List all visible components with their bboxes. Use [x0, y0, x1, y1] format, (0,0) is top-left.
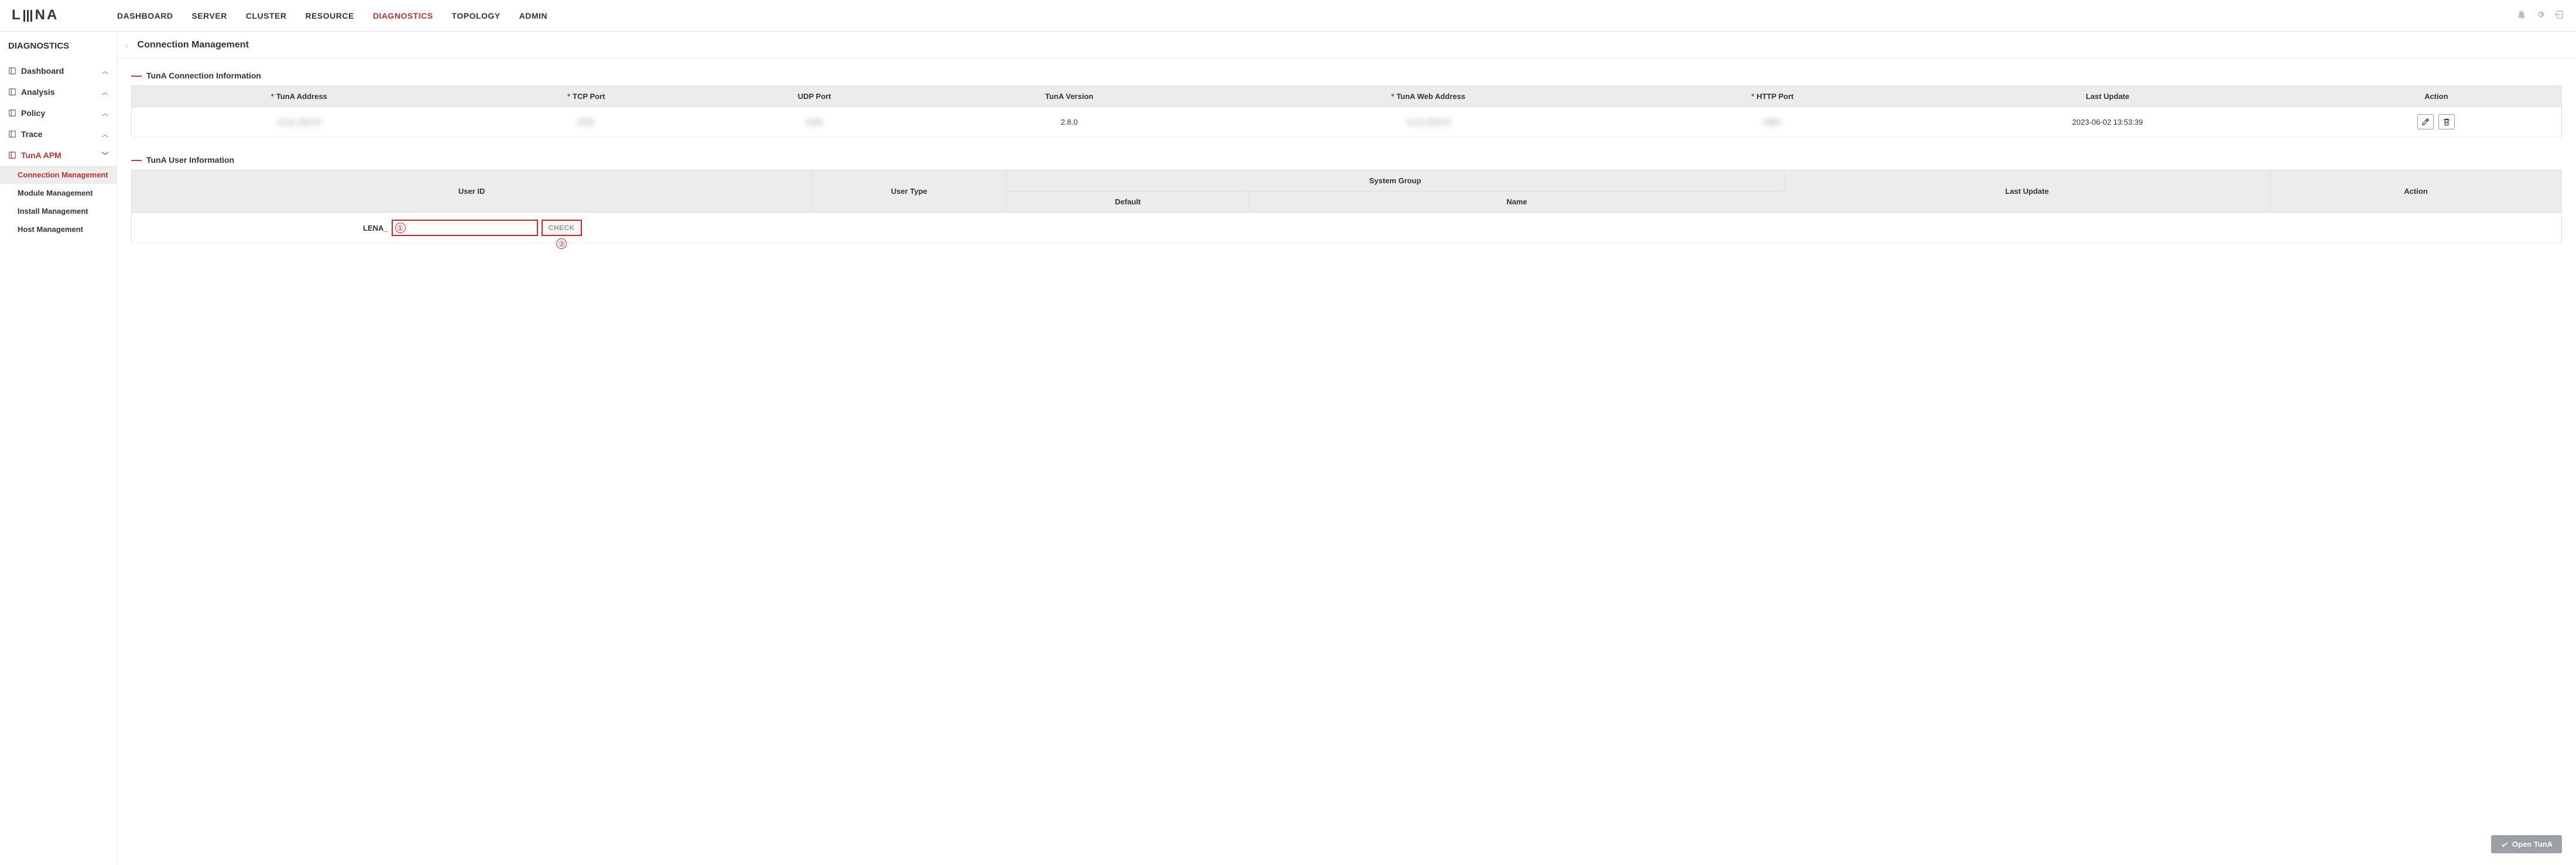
col-system-group: System Group	[1006, 170, 1784, 192]
open-tuna-button[interactable]: Open TunA	[2491, 835, 2562, 853]
sidebar-item-label: Analysis	[21, 87, 55, 97]
delete-button[interactable]	[2438, 114, 2455, 129]
sidebar-item-label: Dashboard	[21, 66, 64, 76]
col-tuna-address: *TunA Address	[132, 86, 467, 107]
gear-icon[interactable]	[2535, 9, 2546, 22]
collapse-sidebar-icon[interactable]: ‹	[125, 40, 128, 50]
connection-info-table: *TunA Address *TCP Port UDP Port TunA Ve…	[131, 86, 2562, 137]
check-button[interactable]: CHECK	[542, 220, 582, 236]
sidebar-item-label: Trace	[21, 129, 43, 139]
annotation-1: ①	[395, 223, 406, 233]
sidebar-sub-connection-management[interactable]: Connection Management	[0, 166, 117, 184]
cell-tcp-port: 5280	[578, 118, 595, 126]
chevron-up-icon: ︿	[102, 108, 108, 118]
logout-icon[interactable]	[2554, 9, 2564, 22]
nav-dashboard[interactable]: DASHBOARD	[117, 11, 173, 20]
chevron-down-icon: ﹀	[102, 151, 108, 160]
minus-icon: —	[131, 155, 142, 165]
panel-icon	[8, 67, 16, 75]
top-icons	[2516, 9, 2564, 22]
content-area: ‹ Connection Management — TunA Connectio…	[117, 32, 2576, 865]
panel-icon	[8, 151, 16, 159]
col-http-port: *HTTP Port	[1641, 86, 1904, 107]
sidebar-item-policy[interactable]: Policy ︿	[0, 102, 117, 124]
col-user-id: User ID	[132, 170, 812, 213]
cell-tuna-address: 10.01.209.93	[277, 118, 321, 126]
cell-udp-port: 5280	[806, 118, 823, 126]
col-action: Action	[2311, 86, 2562, 107]
sidebar: DIAGNOSTICS Dashboard ︿ Analysis ︿ Polic…	[0, 32, 117, 865]
top-nav: DASHBOARD SERVER CLUSTER RESOURCE DIAGNO…	[117, 11, 2516, 20]
table-row: 10.01.209.93 5280 5280 2.8.0 10.01.209.9…	[132, 107, 2562, 137]
panel-icon	[8, 88, 16, 96]
sidebar-sub-install-management[interactable]: Install Management	[0, 202, 117, 220]
bell-icon[interactable]	[2516, 9, 2527, 22]
col-name: Name	[1249, 192, 1784, 213]
sidebar-item-dashboard[interactable]: Dashboard ︿	[0, 60, 117, 81]
cell-last-update: 2023-06-02 13:53:39	[1904, 107, 2311, 137]
sidebar-sub-host-management[interactable]: Host Management	[0, 220, 117, 238]
col-last-update: Last Update	[1904, 86, 2311, 107]
cell-web-address: 10.01.209.93	[1406, 118, 1451, 126]
sidebar-title: DIAGNOSTICS	[0, 32, 117, 60]
user-id-input[interactable]	[392, 220, 538, 236]
chevron-up-icon: ︿	[102, 87, 108, 97]
col-action: Action	[2270, 170, 2561, 213]
user-info-table: User ID User Type System Group Last Upda…	[131, 170, 2562, 244]
user-id-prefix: LENA_	[363, 224, 388, 233]
nav-cluster[interactable]: CLUSTER	[246, 11, 287, 20]
table-row: LENA_ ① CHECK ②	[132, 213, 2562, 244]
page-header: ‹ Connection Management	[117, 32, 2576, 59]
sidebar-item-tuna-apm[interactable]: TunA APM ﹀	[0, 145, 117, 166]
panel-icon	[8, 109, 16, 117]
brand-logo: LNA	[12, 7, 117, 24]
chevron-up-icon: ︿	[102, 66, 108, 76]
col-tcp-port: *TCP Port	[467, 86, 706, 107]
nav-admin[interactable]: ADMIN	[519, 11, 547, 20]
col-tuna-web-address: *TunA Web Address	[1215, 86, 1640, 107]
chevron-up-icon: ︿	[102, 129, 108, 139]
sidebar-item-analysis[interactable]: Analysis ︿	[0, 81, 117, 102]
col-user-type: User Type	[812, 170, 1006, 213]
nav-diagnostics[interactable]: DIAGNOSTICS	[373, 11, 433, 20]
annotation-2: ②	[556, 238, 567, 249]
col-tuna-version: TunA Version	[923, 86, 1215, 107]
col-last-update: Last Update	[1784, 170, 2270, 213]
col-udp-port: UDP Port	[706, 86, 923, 107]
edit-button[interactable]	[2417, 114, 2434, 129]
cell-version: 2.8.0	[923, 107, 1215, 137]
panel-icon	[8, 130, 16, 138]
section-title-user-info: — TunA User Information	[131, 155, 2562, 165]
sidebar-item-label: TunA APM	[21, 151, 61, 160]
section-title-connection-info: — TunA Connection Information	[131, 70, 2562, 81]
cell-http-port: 5880	[1764, 118, 1781, 126]
sidebar-sub-module-management[interactable]: Module Management	[0, 184, 117, 202]
minus-icon: —	[131, 70, 142, 81]
page-title: Connection Management	[138, 40, 249, 50]
sidebar-item-trace[interactable]: Trace ︿	[0, 124, 117, 145]
nav-topology[interactable]: TOPOLOGY	[452, 11, 501, 20]
nav-resource[interactable]: RESOURCE	[305, 11, 354, 20]
topbar: LNA DASHBOARD SERVER CLUSTER RESOURCE DI…	[0, 0, 2576, 32]
col-default: Default	[1006, 192, 1249, 213]
sidebar-item-label: Policy	[21, 108, 45, 118]
nav-server[interactable]: SERVER	[192, 11, 227, 20]
